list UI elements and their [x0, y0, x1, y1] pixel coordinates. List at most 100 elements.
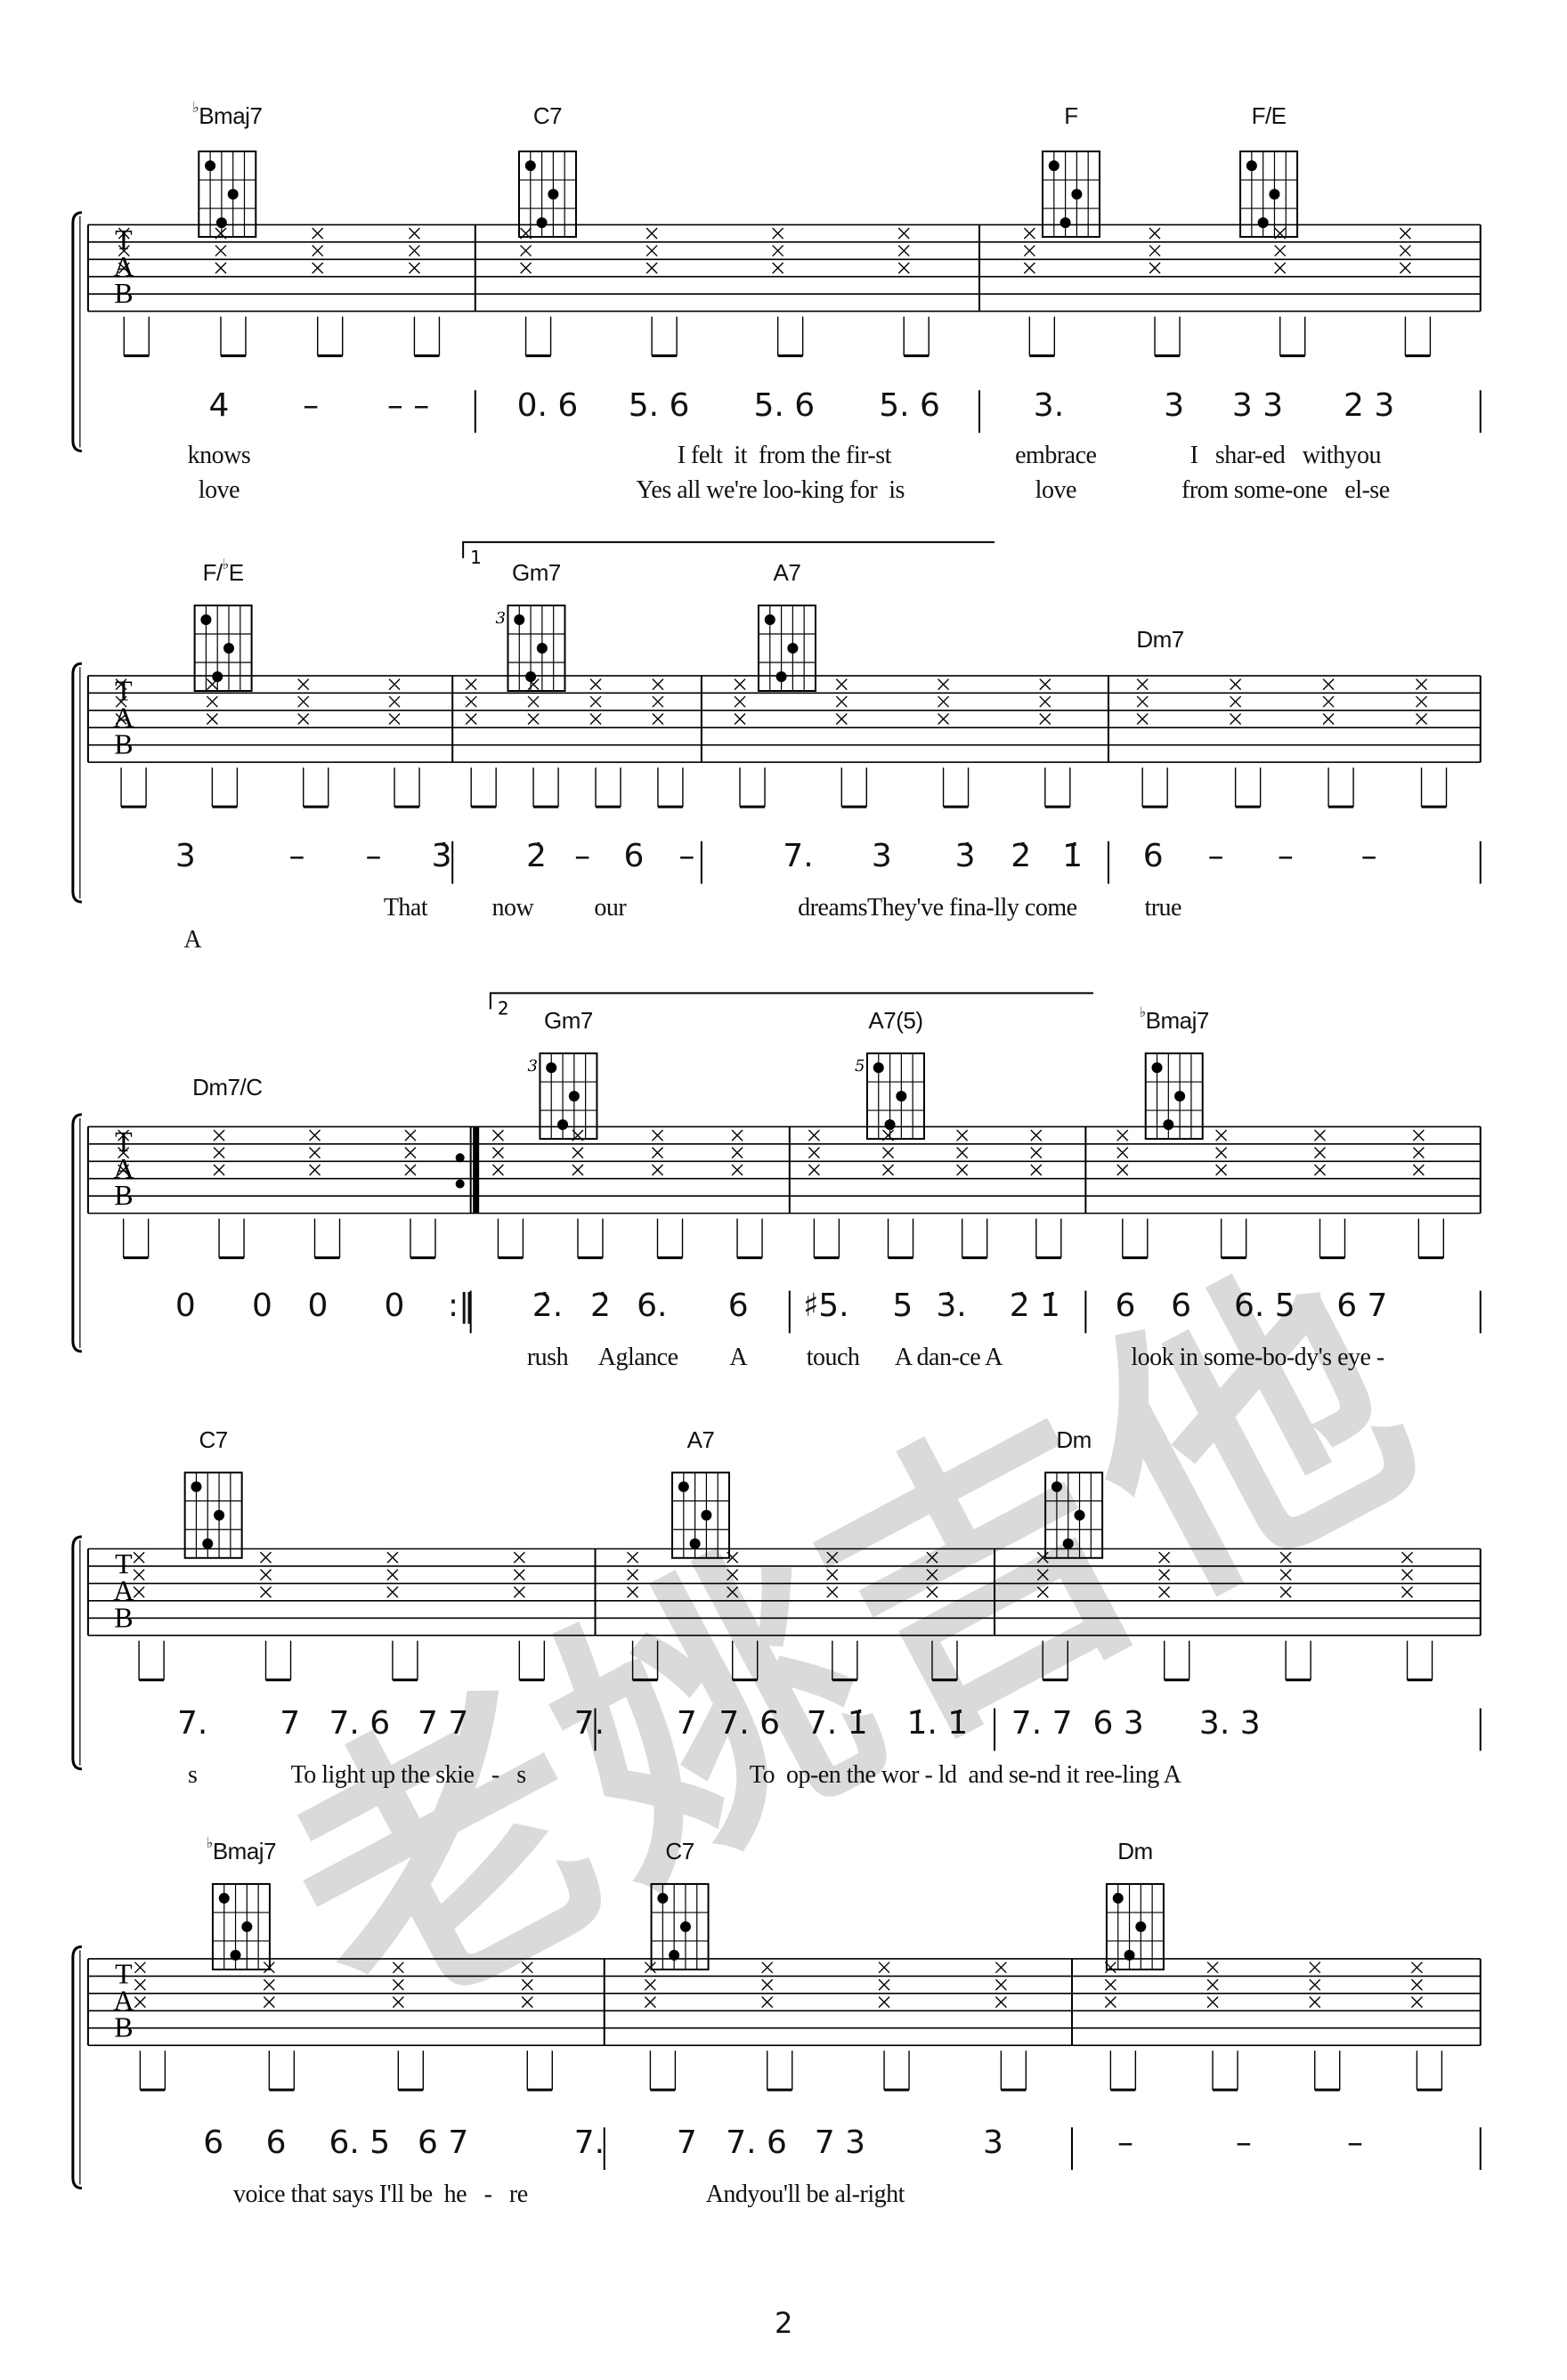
- lyric-line-1: embrace: [1015, 442, 1097, 470]
- strum-mark: [1401, 1586, 1414, 1598]
- strum-mark: [134, 1962, 146, 1974]
- lyric-line-1: now: [491, 894, 534, 922]
- strum-mark: [589, 678, 602, 691]
- strum-mark: [926, 1551, 938, 1564]
- strum-mark: [734, 695, 746, 708]
- finger-dot: [873, 1062, 884, 1074]
- jianpu-note: 1̇. 1̇: [906, 1705, 969, 1742]
- finger-dot: [1124, 1949, 1135, 1961]
- jianpu-note: 1̇: [1062, 838, 1083, 875]
- strum-mark: [1030, 1164, 1043, 1176]
- strum-mark: [956, 1129, 969, 1141]
- lyric-line-2: from some-one el-se: [1181, 476, 1390, 505]
- strum-mark: [1149, 262, 1161, 274]
- strum-mark: [1023, 245, 1035, 257]
- strum-mark: [1158, 1569, 1171, 1581]
- strum-mark: [1313, 1164, 1326, 1176]
- lyric-line-1: To op-en the wor - ld and se-nd it ree-l…: [749, 1761, 1181, 1790]
- strum-mark: [408, 262, 420, 274]
- strum-mark: [995, 1962, 1007, 1974]
- strum-mark: [388, 713, 401, 726]
- tab-sheet-page: 老姚吉他 TABTAB13TAB235TABTAB ♭Bmaj7C7FF/E4–…: [0, 0, 1567, 2380]
- chord-label: A7(5): [868, 1007, 923, 1035]
- chord-label: Bmaj7: [199, 102, 263, 129]
- strum-mark: [761, 1962, 774, 1974]
- strum-mark: [392, 1962, 404, 1974]
- chord-label: F/E: [1251, 102, 1287, 129]
- jianpu-note: 6: [265, 2124, 287, 2161]
- chord-name: F: [1064, 102, 1078, 130]
- strum-mark: [527, 695, 540, 708]
- strum-mark: [627, 1551, 639, 1564]
- finger-dot: [212, 670, 223, 682]
- strum-mark: [1279, 1551, 1292, 1564]
- jianpu-note: 6: [623, 838, 645, 875]
- finger-dot: [536, 217, 548, 229]
- strum-mark: [1416, 695, 1428, 708]
- strum-mark: [1036, 1586, 1049, 1598]
- lyric-line-1: That: [383, 894, 428, 922]
- strum-mark: [1322, 678, 1335, 691]
- volta-bracket: [462, 540, 995, 558]
- strum-mark: [644, 1978, 656, 1991]
- strum-mark: [897, 245, 910, 257]
- strum-mark: [826, 1551, 839, 1564]
- strum-mark: [1313, 1147, 1326, 1159]
- finger-dot: [524, 160, 536, 172]
- strum-mark: [572, 1164, 584, 1176]
- strum-mark: [1313, 1129, 1326, 1141]
- strum-mark: [1399, 245, 1411, 257]
- fret-number: 3: [527, 1057, 537, 1076]
- jianpu-note: 4: [208, 386, 230, 424]
- strum-mark: [926, 1569, 938, 1581]
- strum-mark: [878, 1996, 890, 2009]
- finger-dot: [1071, 189, 1083, 200]
- strum-mark: [1036, 1569, 1049, 1581]
- strum-mark: [386, 1551, 399, 1564]
- jianpu-note: –: [365, 838, 382, 875]
- finger-dot: [1074, 1509, 1085, 1521]
- strum-mark: [645, 227, 658, 240]
- strum-mark: [995, 1996, 1007, 2009]
- jianpu-note: 0: [251, 1287, 272, 1325]
- strum-mark: [388, 678, 401, 691]
- jianpu-note: 3. 3: [1198, 1705, 1261, 1742]
- strum-mark: [808, 1129, 820, 1141]
- strum-mark: [897, 262, 910, 274]
- lyric-line-1: knows: [187, 442, 251, 470]
- strum-mark: [521, 1978, 533, 1991]
- tab-clef-label: B: [114, 277, 133, 309]
- finger-dot: [787, 642, 799, 654]
- lyric-line-1: dreamsThey've fina-lly come: [798, 894, 1077, 922]
- strum-mark: [727, 1586, 739, 1598]
- chord-diagram: [183, 1471, 243, 1559]
- chord-diagram: [1105, 1882, 1165, 1970]
- finger-dot: [1151, 1062, 1163, 1074]
- chord-label: Gm7: [512, 559, 561, 587]
- strum-mark: [1322, 713, 1335, 726]
- strum-mark: [995, 1978, 1007, 1991]
- strum-mark: [808, 1164, 820, 1176]
- strum-mark: [465, 678, 477, 691]
- lyric-line-1: true: [1144, 894, 1181, 922]
- strum-mark: [1401, 1569, 1414, 1581]
- finger-dot: [1062, 1538, 1074, 1549]
- chord-label: F: [1064, 102, 1078, 129]
- strum-mark: [761, 1978, 774, 1991]
- jianpu-note: 6: [1142, 838, 1164, 875]
- strum-mark: [388, 695, 401, 708]
- finger-dot: [896, 1091, 907, 1102]
- jianpu-note: 7. 6: [726, 2124, 787, 2161]
- strum-mark: [938, 695, 950, 708]
- finger-dot: [525, 670, 537, 682]
- strum-mark: [1206, 1962, 1219, 1974]
- jianpu-note: 7: [676, 1705, 697, 1742]
- strum-mark: [772, 262, 784, 274]
- strum-mark: [263, 1978, 275, 1991]
- jianpu-note: 5. 6: [879, 386, 940, 424]
- strum-mark: [956, 1147, 969, 1159]
- strum-mark: [491, 1164, 504, 1176]
- strum-mark: [878, 1962, 890, 1974]
- strum-mark: [1104, 1996, 1116, 2009]
- chord-diagram: 3: [495, 604, 566, 692]
